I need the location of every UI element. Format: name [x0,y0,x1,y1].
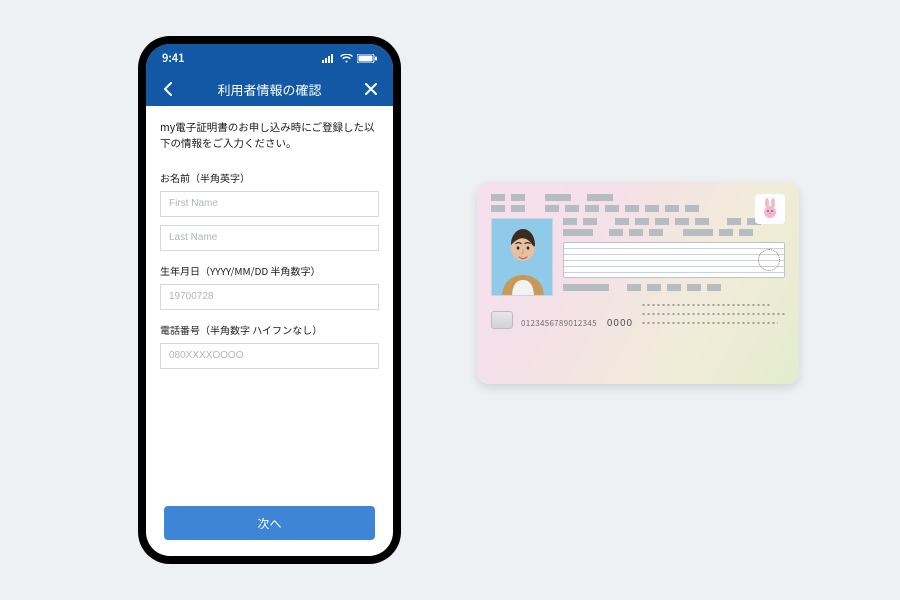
wifi-icon [340,54,353,63]
instruction-text: my電子証明書のお申し込み時にご登録した以下の情報をご入力ください。 [160,120,379,152]
dob-label: 生年月日（YYYY/MM/DD 半角数字） [160,263,379,278]
next-button[interactable]: 次へ [164,506,375,540]
phone-frame: 9:41 利用者情報の確認 my電子証明書のお申し込み時にご登録した以下の情報を… [138,36,401,564]
form-body: my電子証明書のお申し込み時にご登録した以下の情報をご入力ください。 お名前（半… [146,106,393,556]
back-icon[interactable] [160,81,176,97]
signature-strip [563,242,785,278]
nav-title: 利用者情報の確認 [176,80,363,99]
card-middle [491,218,785,296]
name-label: お名前（半角英字） [160,170,379,185]
status-bar: 9:41 [146,44,393,72]
id-photo [491,218,553,296]
signal-icon [322,54,336,63]
barcode-dots [641,302,785,329]
phone-screen: 9:41 利用者情報の確認 my電子証明書のお申し込み時にご登録した以下の情報を… [146,44,393,556]
dob-input[interactable] [160,284,379,310]
card-footer: 0123456789012345 0000 [491,302,785,329]
card-zeros: 0000 [607,314,633,329]
battery-icon [357,54,377,63]
first-name-input[interactable] [160,191,379,217]
card-header [491,194,785,212]
chip-icon [491,311,513,329]
close-icon[interactable] [363,81,379,97]
phone-label: 電話番号（半角数字 ハイフンなし） [160,322,379,337]
seal-icon [758,249,780,271]
status-icons [322,54,377,63]
last-name-input[interactable] [160,225,379,251]
nav-bar: 利用者情報の確認 [146,72,393,106]
phone-input[interactable] [160,343,379,369]
id-card: 0123456789012345 0000 [477,182,799,384]
status-time: 9:41 [162,50,185,66]
bunny-logo-icon [755,194,785,224]
card-serial: 0123456789012345 [521,318,597,329]
